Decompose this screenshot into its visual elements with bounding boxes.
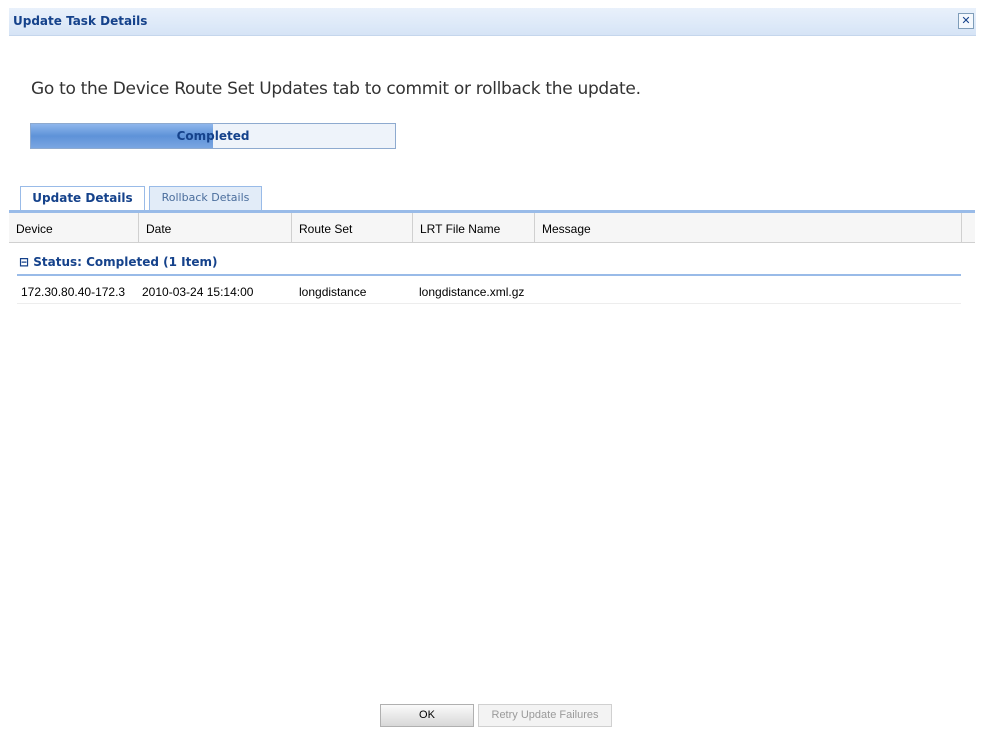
column-header-route-set[interactable]: Route Set	[292, 213, 413, 242]
instruction-message: Go to the Device Route Set Updates tab t…	[31, 79, 641, 99]
cell-route-set: longdistance	[299, 285, 367, 299]
tab-update-details[interactable]: Update Details	[20, 186, 145, 212]
grid-header: Device Date Route Set LRT File Name Mess…	[9, 213, 975, 243]
column-header-lrt-file-name[interactable]: LRT File Name	[413, 213, 535, 242]
group-label: Status: Completed (1 Item)	[33, 255, 218, 269]
dialog-titlebar: Update Task Details ✕	[9, 8, 976, 36]
progress-bar: Completed	[30, 123, 396, 149]
column-header-message[interactable]: Message	[535, 213, 962, 242]
cell-device: 172.30.80.40-172.3	[21, 285, 126, 299]
retry-update-failures-button[interactable]: Retry Update Failures	[478, 704, 612, 727]
dialog-title: Update Task Details	[13, 14, 148, 28]
column-header-date[interactable]: Date	[139, 213, 292, 242]
cell-lrt-file-name: longdistance.xml.gz	[419, 285, 525, 299]
progress-label: Completed	[176, 129, 250, 143]
column-header-device[interactable]: Device	[9, 213, 139, 242]
tab-rollback-details[interactable]: Rollback Details	[149, 186, 262, 210]
collapse-icon[interactable]: ⊟	[19, 255, 29, 269]
ok-button[interactable]: OK	[380, 704, 474, 727]
group-divider	[17, 274, 961, 276]
group-header[interactable]: ⊟ Status: Completed (1 Item)	[19, 255, 218, 269]
table-row[interactable]: 172.30.80.40-172.3 2010-03-24 15:14:00 l…	[17, 278, 961, 304]
close-icon[interactable]: ✕	[958, 13, 974, 29]
cell-date: 2010-03-24 15:14:00	[142, 285, 254, 299]
